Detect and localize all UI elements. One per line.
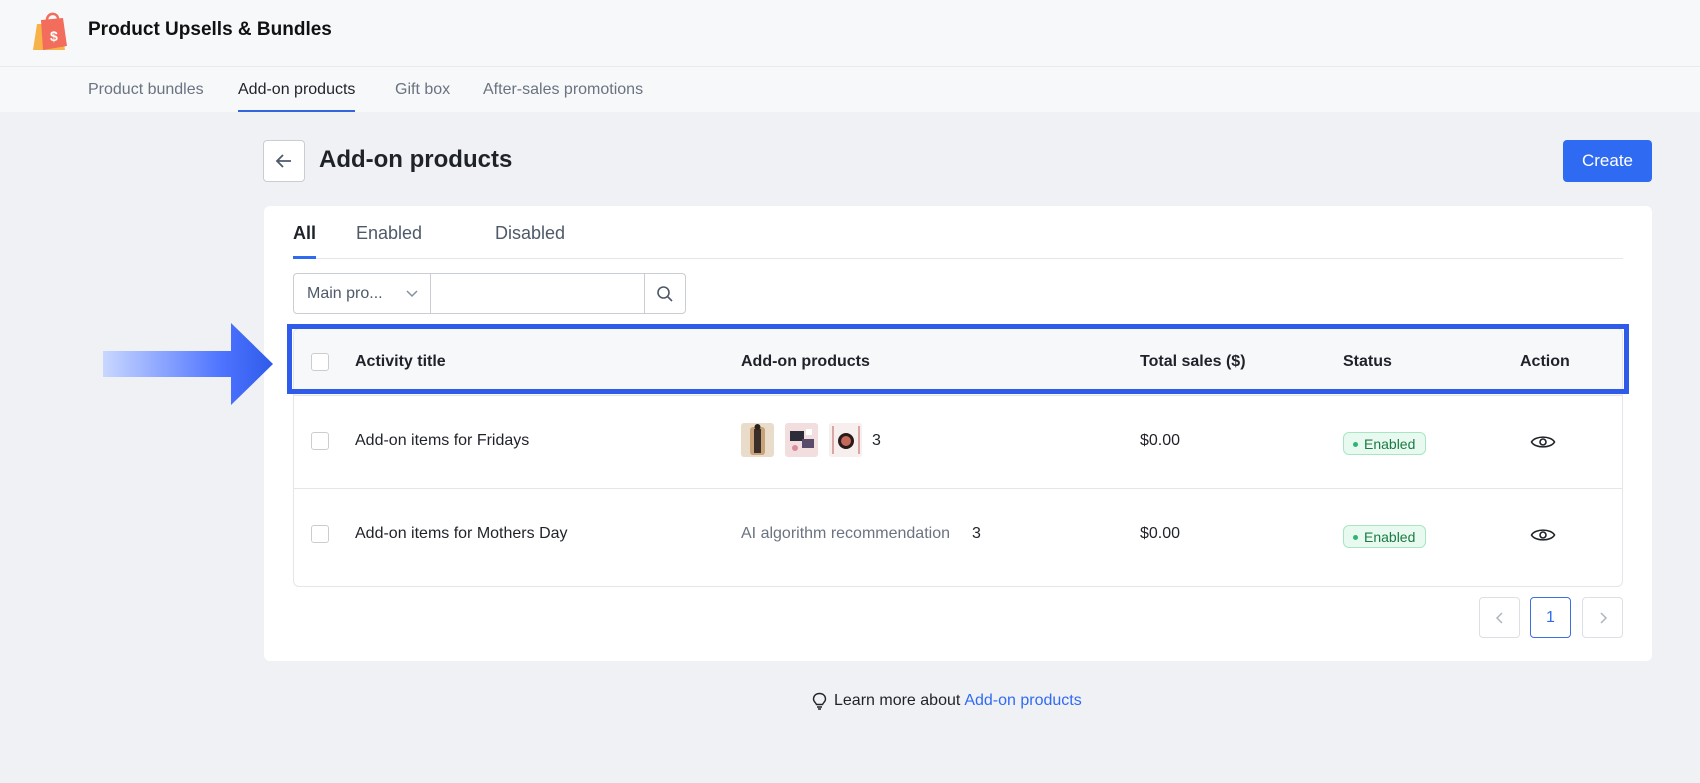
search-group: Main pro... [293, 273, 686, 314]
status-filter-tabs: All Enabled Disabled [293, 206, 1623, 259]
top-bar: $ Product Upsells & Bundles [0, 0, 1700, 67]
add-on-products-text: AI algorithm recommendation [741, 525, 950, 542]
eye-icon[interactable] [1530, 526, 1556, 544]
search-field-select-value: Main pro... [307, 284, 383, 302]
total-sales: $0.00 [1140, 432, 1181, 449]
page-number-button[interactable]: 1 [1530, 597, 1571, 638]
search-input[interactable] [431, 273, 644, 314]
status-badge: Enabled [1343, 432, 1427, 455]
arrow-left-icon [275, 154, 291, 168]
svg-text:$: $ [50, 28, 58, 44]
product-thumbnail[interactable] [741, 423, 774, 457]
table-row: Add-on items for Mothers Day AI algorith… [294, 488, 1622, 581]
eye-icon[interactable] [1530, 433, 1556, 451]
filter-tab-disabled[interactable]: Disabled [495, 223, 565, 259]
nav-tab-add-on-products[interactable]: Add-on products [238, 81, 356, 112]
activity-title: Add-on items for Fridays [355, 432, 530, 449]
shopping-bag-dollar-icon: $ [33, 12, 67, 50]
nav-tab-after-sales-promotions[interactable]: After-sales promotions [483, 81, 643, 112]
nav-tab-product-bundles[interactable]: Product bundles [88, 81, 204, 112]
add-on-count: 3 [972, 525, 981, 542]
main-card: All Enabled Disabled Main pro... Activit… [264, 206, 1652, 661]
create-button[interactable]: Create [1563, 140, 1652, 182]
filter-tab-all[interactable]: All [293, 223, 317, 259]
header-row-highlight [287, 324, 1629, 394]
row-checkbox[interactable] [311, 432, 329, 450]
table-row: Add-on items for Fridays 3 $0.00 Enabled [294, 395, 1622, 488]
filter-tab-enabled[interactable]: Enabled [356, 223, 422, 259]
top-nav: Product bundles Add-on products Gift box… [0, 67, 1700, 112]
prev-page-button[interactable] [1479, 597, 1520, 638]
status-badge: Enabled [1343, 525, 1427, 548]
product-thumbnail[interactable] [785, 423, 818, 457]
back-button[interactable] [263, 140, 305, 182]
total-sales: $0.00 [1140, 525, 1181, 542]
learn-more: Learn more about Add-on products [811, 692, 1082, 710]
product-thumbnail[interactable] [829, 423, 862, 457]
learn-more-text: Learn more about [834, 692, 961, 709]
arrow-right-icon [103, 323, 273, 405]
search-field-select[interactable]: Main pro... [293, 273, 431, 314]
lightbulb-icon [812, 692, 827, 710]
add-on-count: 3 [872, 432, 881, 449]
activity-title: Add-on items for Mothers Day [355, 525, 568, 542]
learn-more-link[interactable]: Add-on products [964, 692, 1081, 710]
nav-tab-gift-box[interactable]: Gift box [395, 81, 450, 112]
search-button[interactable] [644, 273, 686, 314]
page-title: Add-on products [319, 146, 513, 173]
row-checkbox[interactable] [311, 525, 329, 543]
next-page-button[interactable] [1582, 597, 1623, 638]
chevron-down-icon [406, 290, 418, 298]
search-icon [657, 285, 673, 302]
chevron-left-icon [1495, 611, 1503, 624]
app-title: Product Upsells & Bundles [88, 19, 332, 40]
chevron-right-icon [1599, 611, 1607, 624]
